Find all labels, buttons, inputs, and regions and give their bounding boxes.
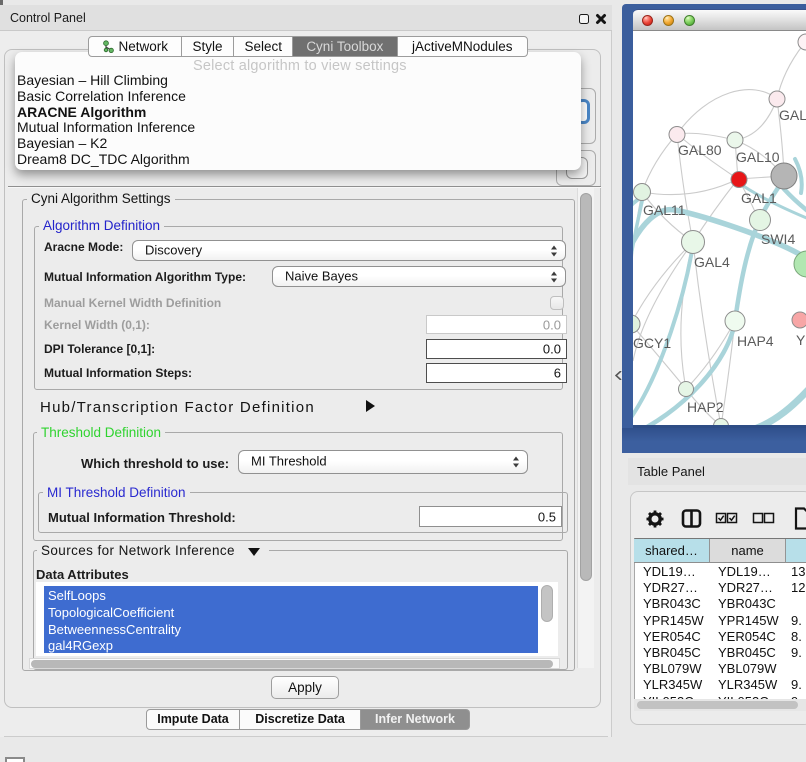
svg-text:SWI4: SWI4 [761, 231, 795, 247]
svg-text:GAL2: GAL2 [779, 107, 806, 123]
svg-text:HAP2: HAP2 [687, 399, 724, 415]
svg-text:HAP4: HAP4 [737, 333, 774, 349]
svg-text:GAL10: GAL10 [736, 149, 780, 165]
svg-text:GAL1: GAL1 [741, 190, 777, 206]
svg-text:GAL11: GAL11 [643, 202, 686, 218]
svg-text:GAL80: GAL80 [678, 142, 722, 158]
svg-text:GAL4: GAL4 [694, 254, 730, 270]
svg-text:GCY1: GCY1 [633, 335, 671, 351]
svg-text:YEL0: YEL0 [796, 332, 806, 348]
